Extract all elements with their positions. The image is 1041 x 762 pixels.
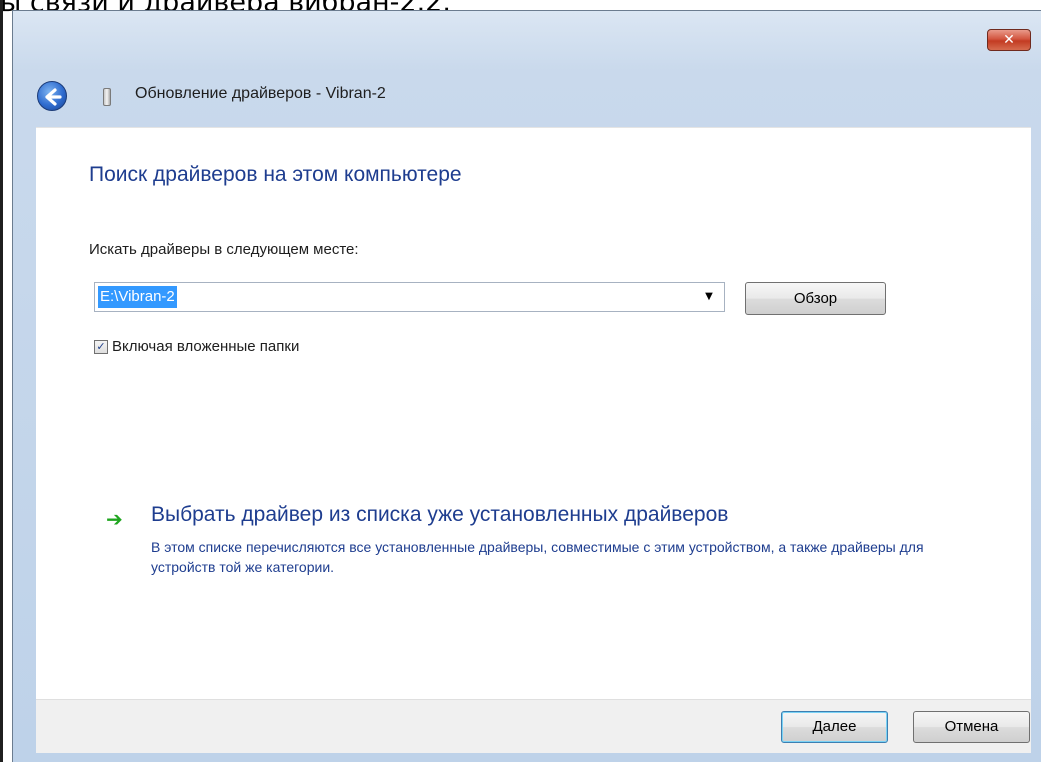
chevron-down-icon[interactable]: ▼ <box>702 288 716 306</box>
window-title: Обновление драйверов - Vibran-2 <box>135 85 386 102</box>
cancel-button[interactable]: Отмена <box>913 711 1030 743</box>
back-arrow-glyph <box>45 88 62 106</box>
close-button[interactable]: ✕ <box>987 29 1031 51</box>
choose-installed-driver-link[interactable]: ➔ Выбрать драйвер из списка уже установл… <box>106 503 966 583</box>
path-combobox[interactable]: E:\Vibran-2 ▼ <box>94 282 725 312</box>
choose-link-title[interactable]: Выбрать драйвер из списка уже установлен… <box>151 503 728 527</box>
page-border <box>0 0 3 762</box>
driver-update-window: ✕ Обновление драйверов - Vibran-2 Поиск … <box>12 10 1041 762</box>
wizard-footer: Далее Отмена <box>36 699 1031 753</box>
include-subfolders-label[interactable]: Включая вложенные папки <box>112 338 299 355</box>
choose-link-description: В этом списке перечисляются все установл… <box>151 539 924 575</box>
include-subfolders-checkbox[interactable]: ✓ <box>94 340 108 354</box>
next-button[interactable]: Далее <box>781 711 888 743</box>
back-arrow-icon[interactable] <box>37 81 67 111</box>
page-title: Поиск драйверов на этом компьютере <box>89 163 462 186</box>
path-input[interactable]: E:\Vibran-2 <box>98 286 177 308</box>
location-label: Искать драйверы в следующем месте: <box>89 241 359 258</box>
device-icon <box>103 88 111 106</box>
green-arrow-icon: ➔ <box>106 507 123 531</box>
wizard-content: Поиск драйверов на этом компьютере Искат… <box>36 127 1031 699</box>
browse-button[interactable]: Обзор <box>745 282 886 315</box>
